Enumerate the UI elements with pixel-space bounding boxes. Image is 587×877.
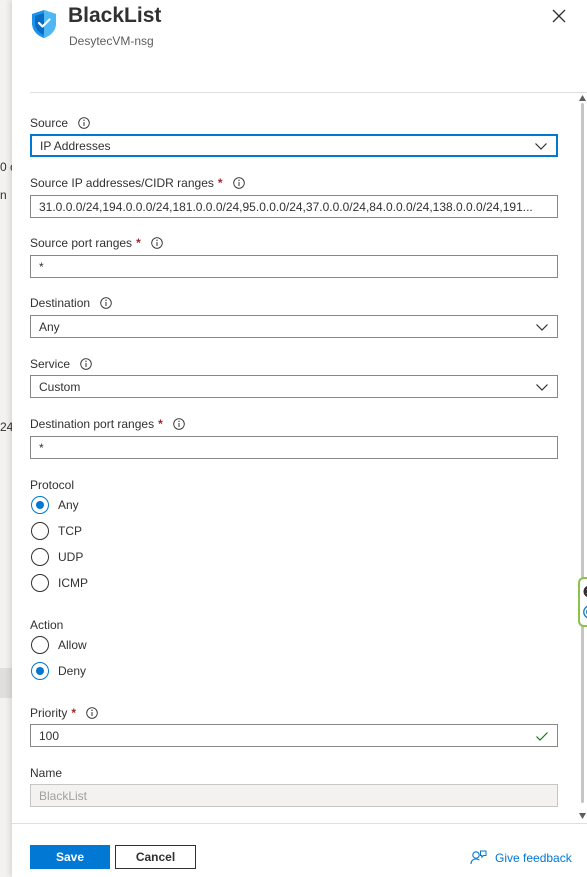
radio-circle[interactable] bbox=[31, 636, 49, 654]
panel-subtitle: DesytecVM-nsg bbox=[69, 34, 154, 48]
background-text: 0 c bbox=[0, 160, 12, 174]
source-label: Source bbox=[30, 116, 90, 130]
required-asterisk: * bbox=[158, 417, 163, 431]
destination-value: Any bbox=[39, 319, 60, 334]
protocol-radio-icmp[interactable]: ICMP bbox=[31, 574, 88, 592]
edit-rule-panel: BlackList DesytecVM-nsg Source IP Addres… bbox=[12, 0, 587, 877]
footer-divider bbox=[12, 823, 587, 824]
priority-input[interactable]: 100 bbox=[30, 724, 558, 747]
info-icon[interactable] bbox=[86, 707, 98, 719]
extension-logo-icon[interactable] bbox=[583, 605, 587, 619]
header-divider bbox=[30, 92, 587, 93]
chevron-down-icon bbox=[535, 142, 547, 150]
source-value: IP Addresses bbox=[40, 138, 111, 153]
info-icon[interactable] bbox=[80, 358, 92, 370]
scroll-down-icon[interactable] bbox=[579, 813, 586, 819]
feedback-icon bbox=[470, 850, 487, 865]
give-feedback-link[interactable]: Give feedback bbox=[470, 850, 572, 865]
protocol-radio-tcp[interactable]: TCP bbox=[31, 522, 82, 540]
radio-label: Any bbox=[58, 498, 79, 512]
radio-circle[interactable] bbox=[31, 574, 49, 592]
name-label: Name bbox=[30, 766, 63, 780]
scrollbar-thumb[interactable] bbox=[581, 103, 584, 803]
required-asterisk: * bbox=[71, 706, 77, 720]
source-ip-label: Source IP addresses/CIDR ranges * bbox=[30, 176, 245, 190]
protocol-radio-udp[interactable]: UDP bbox=[31, 548, 83, 566]
source-ip-input[interactable]: 31.0.0.0/24,194.0.0.0/24,181.0.0.0/24,95… bbox=[30, 195, 558, 218]
cancel-button[interactable]: Cancel bbox=[115, 845, 196, 869]
name-value: BlackList bbox=[39, 788, 88, 803]
scrollbar[interactable] bbox=[578, 93, 587, 821]
info-icon[interactable] bbox=[150, 237, 163, 249]
give-feedback-label: Give feedback bbox=[495, 850, 572, 865]
shield-icon bbox=[32, 10, 56, 38]
action-radio-deny[interactable]: Deny bbox=[31, 662, 86, 680]
radio-label: TCP bbox=[58, 524, 82, 538]
background-text: n bbox=[0, 188, 7, 202]
scroll-up-icon[interactable] bbox=[579, 95, 586, 101]
protocol-label: Protocol bbox=[30, 478, 75, 492]
background-row bbox=[0, 668, 12, 698]
destination-label: Destination bbox=[30, 296, 112, 310]
background-page: 0 c n 24 bbox=[0, 0, 12, 877]
required-asterisk: * bbox=[217, 176, 223, 190]
source-port-label: Source port ranges * bbox=[30, 236, 163, 250]
source-port-input[interactable]: * bbox=[30, 255, 558, 278]
radio-label: Deny bbox=[58, 664, 87, 678]
checkmark-icon bbox=[536, 731, 548, 741]
radio-circle[interactable] bbox=[31, 548, 49, 566]
chevron-down-icon bbox=[536, 323, 548, 331]
radio-circle[interactable] bbox=[31, 496, 49, 514]
extension-badge[interactable] bbox=[578, 577, 587, 627]
save-button[interactable]: Save bbox=[30, 845, 110, 869]
info-icon[interactable] bbox=[100, 297, 112, 309]
chevron-down-icon bbox=[536, 383, 548, 391]
info-icon[interactable] bbox=[78, 117, 90, 129]
info-icon[interactable] bbox=[172, 418, 185, 430]
radio-label: ICMP bbox=[58, 576, 88, 590]
extension-close-icon[interactable] bbox=[583, 585, 587, 598]
destination-dropdown[interactable]: Any bbox=[30, 315, 558, 338]
priority-label: Priority * bbox=[30, 706, 98, 720]
radio-label: UDP bbox=[58, 550, 84, 564]
dest-port-value: * bbox=[39, 440, 44, 455]
radio-circle[interactable] bbox=[31, 662, 49, 680]
source-ip-value: 31.0.0.0/24,194.0.0.0/24,181.0.0.0/24,95… bbox=[39, 199, 533, 214]
dest-port-label: Destination port ranges * bbox=[30, 417, 185, 431]
info-icon[interactable] bbox=[232, 177, 245, 189]
source-dropdown[interactable]: IP Addresses bbox=[30, 134, 558, 157]
required-asterisk: * bbox=[136, 236, 141, 250]
background-text: 24 bbox=[0, 420, 12, 434]
protocol-radio-any[interactable]: Any bbox=[31, 496, 79, 514]
action-label: Action bbox=[30, 618, 64, 632]
close-icon[interactable] bbox=[550, 7, 568, 25]
panel-title: BlackList bbox=[68, 4, 162, 27]
service-label: Service bbox=[30, 357, 92, 371]
action-radio-allow[interactable]: Allow bbox=[31, 636, 87, 654]
name-input: BlackList bbox=[30, 784, 558, 807]
radio-label: Allow bbox=[58, 638, 87, 652]
source-port-value: * bbox=[39, 259, 44, 274]
service-dropdown[interactable]: Custom bbox=[30, 375, 558, 398]
service-value: Custom bbox=[39, 379, 81, 394]
priority-value: 100 bbox=[39, 728, 60, 743]
dest-port-input[interactable]: * bbox=[30, 436, 558, 459]
radio-circle[interactable] bbox=[31, 522, 49, 540]
